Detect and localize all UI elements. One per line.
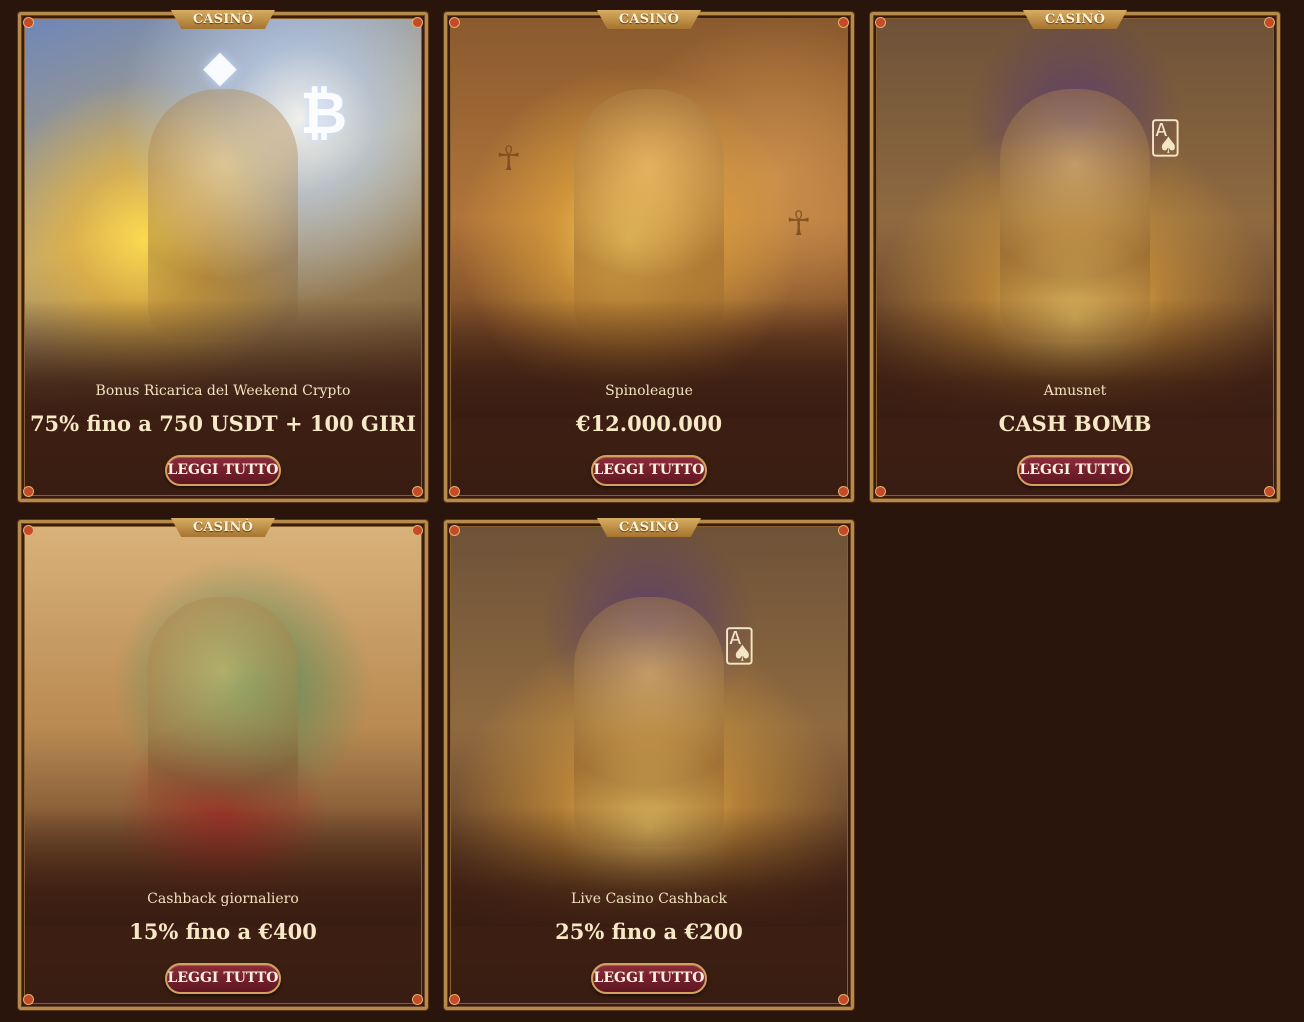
promo-artwork: 🂡 [451,527,847,927]
promo-headline: 25% fino a €200 [555,919,743,944]
read-more-button[interactable]: LEGGI TUTTO [591,963,707,994]
playing-cards-icon: 🂡 [723,627,756,665]
anubis-figure [1000,89,1150,339]
promo-headline: 15% fino a €400 [129,919,317,944]
corner-ornament-icon [1264,17,1275,28]
promo-artwork [25,527,421,927]
corner-ornament-icon [23,17,34,28]
category-tag: CASINÒ [170,10,276,29]
category-tag: CASINÒ [596,10,702,29]
corner-ornament-icon [449,17,460,28]
promo-artwork: ◆ ₿ [25,19,421,419]
ethereum-icon: ◆ [203,41,237,92]
promotions-grid: CASINÒ ◆ ₿ Bonus Ricarica del Weekend Cr… [0,0,1304,1022]
cat-goddess-figure [574,89,724,339]
corner-ornament-icon [23,994,34,1005]
read-more-button[interactable]: LEGGI TUTTO [165,455,281,486]
corner-ornament-icon [838,994,849,1005]
corner-ornament-icon [875,17,886,28]
category-tag: CASINÒ [596,518,702,537]
promo-subtitle: Live Casino Cashback [571,891,727,907]
corner-ornament-icon [838,17,849,28]
corner-ornament-icon [1264,486,1275,497]
promo-artwork: 🂡 [877,19,1273,419]
promo-card[interactable]: CASINÒ ◆ ₿ Bonus Ricarica del Weekend Cr… [18,10,428,502]
corner-ornament-icon [23,525,34,536]
read-more-button[interactable]: LEGGI TUTTO [1017,455,1133,486]
corner-ornament-icon [838,486,849,497]
promo-headline: 75% fino a 750 USDT + 100 GIRI [29,411,417,436]
ankh-icon: ☥ [496,139,522,179]
corner-ornament-icon [412,486,423,497]
corner-ornament-icon [449,994,460,1005]
promo-card[interactable]: CASINÒ 🂡 Amusnet CASH BOMB LEGGI TUTTO [870,10,1280,502]
promo-card[interactable]: CASINÒ 🂡 Live Casino Cashback 25% fino a… [444,518,854,1010]
crocodile-god-figure [148,597,298,847]
corner-ornament-icon [412,17,423,28]
corner-ornament-icon [449,486,460,497]
pharaoh-figure [148,89,298,339]
promo-subtitle: Bonus Ricarica del Weekend Crypto [95,383,351,399]
promo-headline: CASH BOMB [998,411,1152,436]
corner-ornament-icon [23,486,34,497]
promo-subtitle: Amusnet [1043,383,1107,399]
playing-cards-icon: 🂡 [1149,119,1182,157]
promo-subtitle: Cashback giornaliero [147,891,299,907]
corner-ornament-icon [875,486,886,497]
promo-subtitle: Spinoleague [605,383,693,399]
corner-ornament-icon [449,525,460,536]
promo-headline: €12.000.000 [575,411,723,436]
category-tag: CASINÒ [1022,10,1128,29]
corner-ornament-icon [412,525,423,536]
corner-ornament-icon [412,994,423,1005]
corner-ornament-icon [838,525,849,536]
bitcoin-icon: ₿ [300,79,348,147]
anubis-figure [574,597,724,847]
promo-card[interactable]: CASINÒ Cashback giornaliero 15% fino a €… [18,518,428,1010]
promo-card[interactable]: CASINÒ ☥ ☥ Spinoleague €12.000.000 LEGGI… [444,10,854,502]
read-more-button[interactable]: LEGGI TUTTO [165,963,281,994]
category-tag: CASINÒ [170,518,276,537]
read-more-button[interactable]: LEGGI TUTTO [591,455,707,486]
ankh-icon: ☥ [786,204,812,244]
promo-artwork: ☥ ☥ [451,19,847,419]
